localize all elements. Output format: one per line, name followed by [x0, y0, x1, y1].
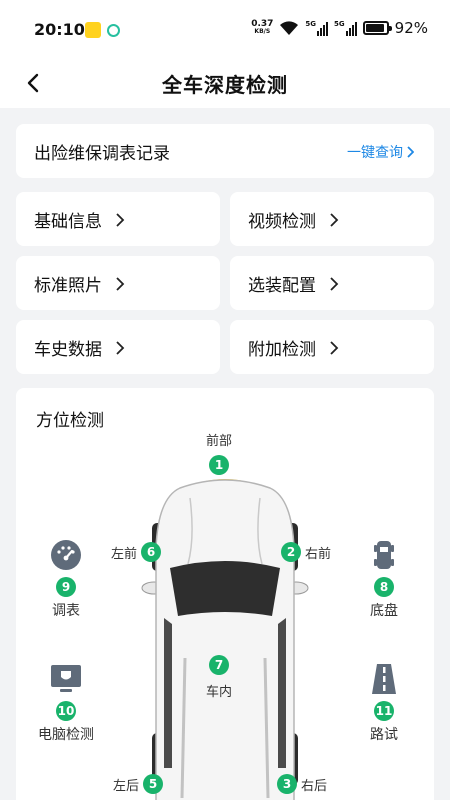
cellular-signal-1-icon: 5G: [305, 20, 329, 36]
status-time: 20:10: [34, 20, 85, 39]
tile-label: 视频检测: [248, 212, 316, 232]
status-indicators: 0.37 KB/S 5G 5G 92%: [251, 19, 428, 37]
tile-label: 选装配置: [248, 276, 316, 296]
tile-additional-inspection[interactable]: 附加检测: [230, 320, 434, 374]
tile-standard-photos[interactable]: 标准照片: [16, 256, 220, 310]
side-item-road-test[interactable]: 11 路试: [344, 662, 424, 744]
app-notification-icon: [85, 22, 101, 38]
tile-vehicle-history[interactable]: 车史数据: [16, 320, 220, 374]
point-label: 前部: [206, 434, 233, 449]
chevron-right-icon: [330, 212, 339, 227]
item-label: 底盘: [370, 603, 398, 619]
chevron-right-icon: [330, 340, 339, 355]
item-label: 调表: [52, 603, 80, 619]
tile-label: 附加检测: [248, 340, 316, 360]
point-left-front[interactable]: 左前 6: [111, 542, 162, 562]
point-label: 左后: [113, 778, 140, 794]
car-top-view-illustration: [141, 479, 309, 800]
chevron-right-icon: [116, 276, 125, 291]
tile-basic-info[interactable]: 基础信息: [16, 192, 220, 246]
point-left-rear[interactable]: 左后 5: [113, 774, 164, 794]
item-number-badge: 8: [374, 577, 394, 597]
direction-title: 方位检测: [36, 411, 104, 431]
battery-percent: 92%: [394, 19, 428, 37]
point-front[interactable]: 前部 1: [206, 430, 232, 475]
side-item-computer-inspection[interactable]: 10 电脑检测: [26, 662, 106, 744]
tile-video-inspection[interactable]: 视频检测: [230, 192, 434, 246]
battery-icon: [362, 21, 392, 35]
item-number-badge: 10: [56, 701, 76, 721]
nav-bar: 全车深度检测: [0, 58, 450, 108]
item-number-badge: 9: [56, 577, 76, 597]
road-icon: [367, 662, 401, 696]
one-click-query-link[interactable]: 一键查询: [347, 142, 414, 162]
chevron-right-icon: [407, 146, 414, 158]
point-number-badge: 1: [209, 455, 229, 475]
point-label: 左前: [111, 546, 138, 562]
point-right-rear[interactable]: 3 右后: [277, 774, 327, 794]
point-label: 右后: [301, 778, 328, 794]
insurance-maintenance-record-card[interactable]: 出险维保调表记录 一键查询: [16, 124, 434, 178]
side-item-meter[interactable]: 9 调表: [26, 538, 106, 620]
chevron-right-icon: [330, 276, 339, 291]
point-number-badge: 7: [209, 655, 229, 675]
point-number-badge: 3: [277, 774, 297, 794]
network-speed: 0.37 KB/S: [251, 19, 274, 36]
query-link-label: 一键查询: [347, 145, 403, 161]
point-label: 右前: [305, 546, 332, 562]
tile-label: 标准照片: [34, 276, 102, 296]
cellular-signal-2-icon: 5G: [334, 20, 357, 36]
gauge-icon: [49, 538, 83, 572]
item-label: 路试: [370, 727, 398, 743]
point-right-front[interactable]: 2 右前: [281, 542, 331, 562]
item-number-badge: 11: [374, 701, 394, 721]
tile-label: 基础信息: [34, 212, 102, 232]
side-item-chassis[interactable]: 8 底盘: [344, 538, 424, 620]
point-number-badge: 5: [143, 774, 164, 794]
point-number-badge: 6: [141, 542, 162, 562]
monitor-icon: [49, 662, 83, 696]
wifi-icon: [280, 21, 299, 35]
direction-inspection-card: 方位检测 前部 1 左前 6 2 右前 7 车内 左后 5 3 右后 9 调表 …: [16, 388, 434, 800]
tile-label: 车史数据: [34, 340, 102, 360]
status-bar: 20:10 0.37 KB/S 5G 5G 92%: [0, 0, 450, 58]
chevron-right-icon: [116, 212, 125, 227]
chassis-icon: [367, 538, 401, 572]
point-interior[interactable]: 7 车内: [206, 655, 232, 700]
chat-notification-icon: [107, 24, 120, 37]
point-number-badge: 2: [281, 542, 301, 562]
point-label: 车内: [206, 685, 233, 700]
page-title: 全车深度检测: [162, 73, 288, 97]
tile-optional-config[interactable]: 选装配置: [230, 256, 434, 310]
chevron-right-icon: [116, 340, 125, 355]
item-label: 电脑检测: [38, 727, 94, 743]
record-title: 出险维保调表记录: [34, 144, 170, 164]
